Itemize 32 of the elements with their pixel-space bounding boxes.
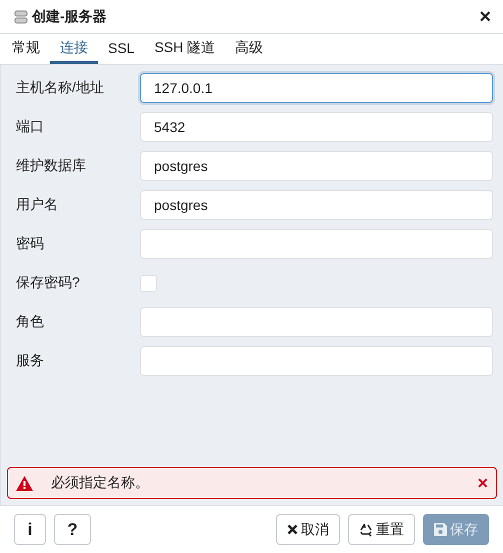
field-label: 用户名 xyxy=(15,196,59,214)
close-button[interactable]: × xyxy=(477,472,488,494)
field-label: 端口 xyxy=(15,118,45,136)
field-label: 密码 xyxy=(15,235,45,253)
floppy-icon xyxy=(434,523,447,536)
field-label: 保存密码? xyxy=(15,274,81,292)
tab[interactable]: 高级 xyxy=(225,35,274,64)
input-field[interactable]: postgres xyxy=(140,190,493,220)
field-label: 服务 xyxy=(15,352,45,370)
input-field[interactable]: postgres xyxy=(140,151,493,181)
cancel-button[interactable]: 取消 xyxy=(276,514,340,545)
field-label: 维护数据库 xyxy=(15,157,87,175)
reset-button[interactable]: 重置 xyxy=(348,514,415,545)
server-icon xyxy=(14,10,28,24)
input-field[interactable] xyxy=(140,229,493,259)
info-button[interactable]: i xyxy=(14,514,46,545)
tab[interactable]: SSL xyxy=(98,35,144,64)
tab[interactable]: 常规 xyxy=(2,35,50,64)
close-button[interactable]: × xyxy=(475,6,495,26)
window-title: 创建-服务器 xyxy=(32,8,108,26)
close-icon xyxy=(287,524,298,535)
field-label: 主机名称/地址 xyxy=(15,79,105,97)
field-label: 角色 xyxy=(15,313,45,331)
checkbox[interactable] xyxy=(140,274,157,292)
input-field[interactable] xyxy=(140,307,493,337)
help-button[interactable]: ? xyxy=(54,514,91,545)
input-field[interactable]: 5432 xyxy=(140,112,493,142)
input-field[interactable]: 127.0.0.1 xyxy=(140,73,493,103)
alert-message: 必须指定名称。 xyxy=(50,474,150,492)
tab[interactable]: SSH 隧道 xyxy=(144,35,226,64)
input-field[interactable] xyxy=(140,346,493,376)
warning-icon xyxy=(16,476,33,490)
